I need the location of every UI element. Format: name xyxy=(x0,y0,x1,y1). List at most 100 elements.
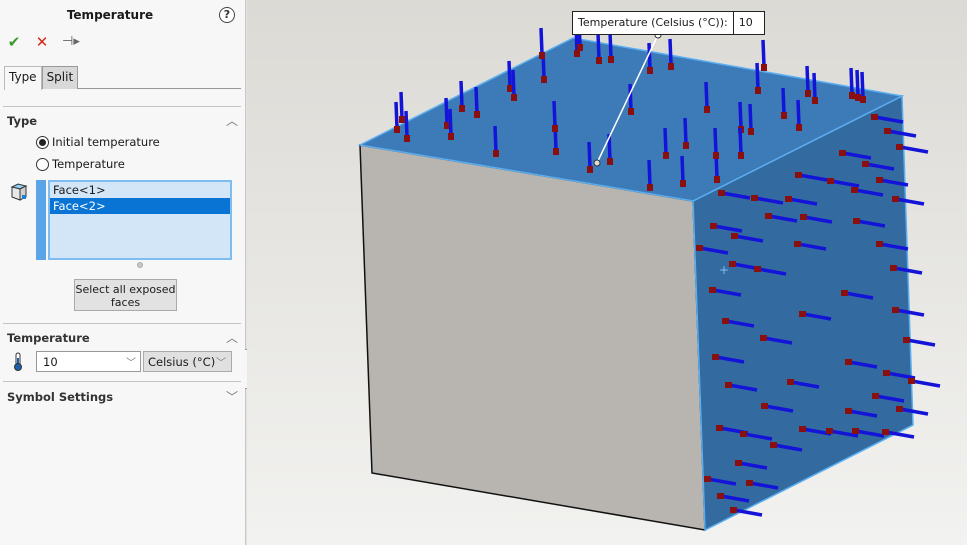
temperature-symbol-head xyxy=(663,152,669,159)
temperature-symbol-shaft xyxy=(738,101,743,129)
temperature-symbol-head xyxy=(908,378,915,384)
divider xyxy=(3,323,241,324)
temperature-symbol-head xyxy=(852,428,859,434)
radio-button[interactable] xyxy=(36,157,49,171)
temperature-callout[interactable]: Temperature (Celsius (°C)): 10 xyxy=(572,11,765,35)
graphics-viewport[interactable]: + xyxy=(247,0,967,545)
tab-type[interactable]: Type xyxy=(4,66,42,90)
temperature-symbol-head xyxy=(770,442,777,448)
tab-split[interactable]: Split xyxy=(41,66,79,89)
tab-bar: Type Split xyxy=(4,66,241,90)
temperature-symbol-head xyxy=(717,493,724,499)
unit-select[interactable]: Celsius (°C) ﹀ xyxy=(143,351,232,372)
temperature-symbol-shaft xyxy=(849,67,854,95)
select-all-exposed-faces-button[interactable]: Select all exposed faces xyxy=(74,279,177,311)
face-selection-list[interactable]: Face<1> Face<2> xyxy=(48,180,232,260)
pin-icon[interactable]: ⊣▸ xyxy=(62,34,80,50)
symbol-settings-header[interactable]: Symbol Settings xyxy=(7,390,113,404)
temperature-symbol-head xyxy=(709,287,716,293)
chevron-down-icon[interactable]: ﹀ xyxy=(216,354,226,369)
type-section-header[interactable]: Type xyxy=(7,114,37,128)
temperature-symbol-head xyxy=(738,152,744,159)
temperature-symbol-head xyxy=(647,67,653,74)
temperature-symbol-shaft xyxy=(668,38,673,66)
chevron-up-icon[interactable]: ︿ xyxy=(226,329,238,346)
radio-button[interactable] xyxy=(36,135,49,149)
temperature-section-header[interactable]: Temperature xyxy=(7,331,90,345)
temperature-symbol-head xyxy=(841,290,848,296)
temperature-symbol-shaft xyxy=(683,117,688,145)
list-item-face-1[interactable]: Face<1> xyxy=(50,182,230,198)
temperature-symbol-shaft xyxy=(748,103,753,131)
list-item-face-2[interactable]: Face<2> xyxy=(50,198,230,214)
front-face[interactable] xyxy=(359,144,706,531)
temperature-symbol-head xyxy=(735,460,742,466)
temperature-symbol-head xyxy=(587,166,593,173)
temperature-symbol-head xyxy=(746,480,753,486)
temperature-symbol-head xyxy=(812,97,818,104)
list-resize-handle[interactable] xyxy=(137,262,143,268)
chevron-down-icon[interactable]: ﹀ xyxy=(126,354,136,369)
temperature-symbol-head xyxy=(696,245,703,251)
temperature-symbol-shaft xyxy=(755,62,760,90)
temperature-symbol-head xyxy=(853,218,860,224)
temperature-symbol-head xyxy=(872,393,879,399)
temperature-symbol-shaft xyxy=(511,69,516,97)
thermometer-icon xyxy=(14,352,22,371)
temperature-symbol-head xyxy=(799,426,806,432)
temperature-symbol-shaft xyxy=(587,141,592,169)
radio-temperature[interactable]: Temperature xyxy=(36,157,125,171)
temperature-symbol-head xyxy=(493,150,499,157)
selection-list-bar xyxy=(36,180,46,260)
ok-button[interactable]: ✔ xyxy=(6,34,22,50)
temperature-symbol-head xyxy=(628,108,634,115)
temperature-symbol-head xyxy=(903,337,910,343)
temperature-symbol-head xyxy=(765,213,772,219)
temperature-symbol-head xyxy=(876,241,883,247)
temperature-symbol-shaft xyxy=(459,80,464,108)
temperature-symbol-head xyxy=(553,148,559,155)
temperature-symbol-head xyxy=(890,265,897,271)
temperature-symbol-head xyxy=(647,184,653,191)
temperature-symbol-head xyxy=(716,425,723,431)
temperature-symbol-shaft xyxy=(448,108,453,136)
cancel-button[interactable]: ✕ xyxy=(34,34,50,50)
temperature-symbol-shaft xyxy=(680,155,685,183)
temperature-symbol-head xyxy=(760,335,767,341)
temperature-symbol-shaft xyxy=(647,159,652,187)
temperature-symbol-head xyxy=(608,56,614,63)
temperature-symbol-shaft xyxy=(507,60,512,88)
temperature-symbol-head xyxy=(722,318,729,324)
temperature-symbol-shaft xyxy=(404,110,409,138)
temperature-symbol-head xyxy=(511,94,517,101)
chevron-up-icon[interactable]: ︿ xyxy=(226,112,238,129)
temperature-symbol-head xyxy=(710,223,717,229)
callout-point xyxy=(593,159,601,167)
temperature-symbol-head xyxy=(541,76,547,83)
temperature-symbol-head xyxy=(787,379,794,385)
temperature-value-input[interactable]: 10 ﹀ xyxy=(36,351,141,372)
radio-initial-temperature[interactable]: Initial temperature xyxy=(36,135,160,149)
temperature-symbol-head xyxy=(805,90,811,97)
temperature-symbol-head xyxy=(730,507,737,513)
temperature-symbol-shaft xyxy=(552,100,557,128)
temperature-symbol-head xyxy=(725,382,732,388)
temperature-symbol-head xyxy=(712,354,719,360)
temperature-symbol-head xyxy=(896,144,903,150)
help-icon[interactable]: ? xyxy=(219,7,235,23)
temperature-symbol-head xyxy=(845,359,852,365)
temperature-symbol-head xyxy=(704,476,711,482)
temperature-symbol-shaft xyxy=(444,97,449,125)
temperature-symbol-head xyxy=(394,126,400,133)
divider xyxy=(3,106,241,107)
panel-title: Temperature xyxy=(66,8,154,22)
temperature-symbol-head xyxy=(714,176,720,183)
temperature-symbol-head xyxy=(882,429,889,435)
temperature-symbol-head xyxy=(827,178,834,184)
temperature-symbol-head xyxy=(871,114,878,120)
callout-value[interactable]: 10 xyxy=(734,12,764,34)
temperature-symbol-head xyxy=(474,111,480,118)
chevron-down-icon[interactable]: ﹀ xyxy=(226,388,238,405)
temperature-symbol-shaft xyxy=(713,127,718,155)
radio-label: Initial temperature xyxy=(52,135,160,149)
